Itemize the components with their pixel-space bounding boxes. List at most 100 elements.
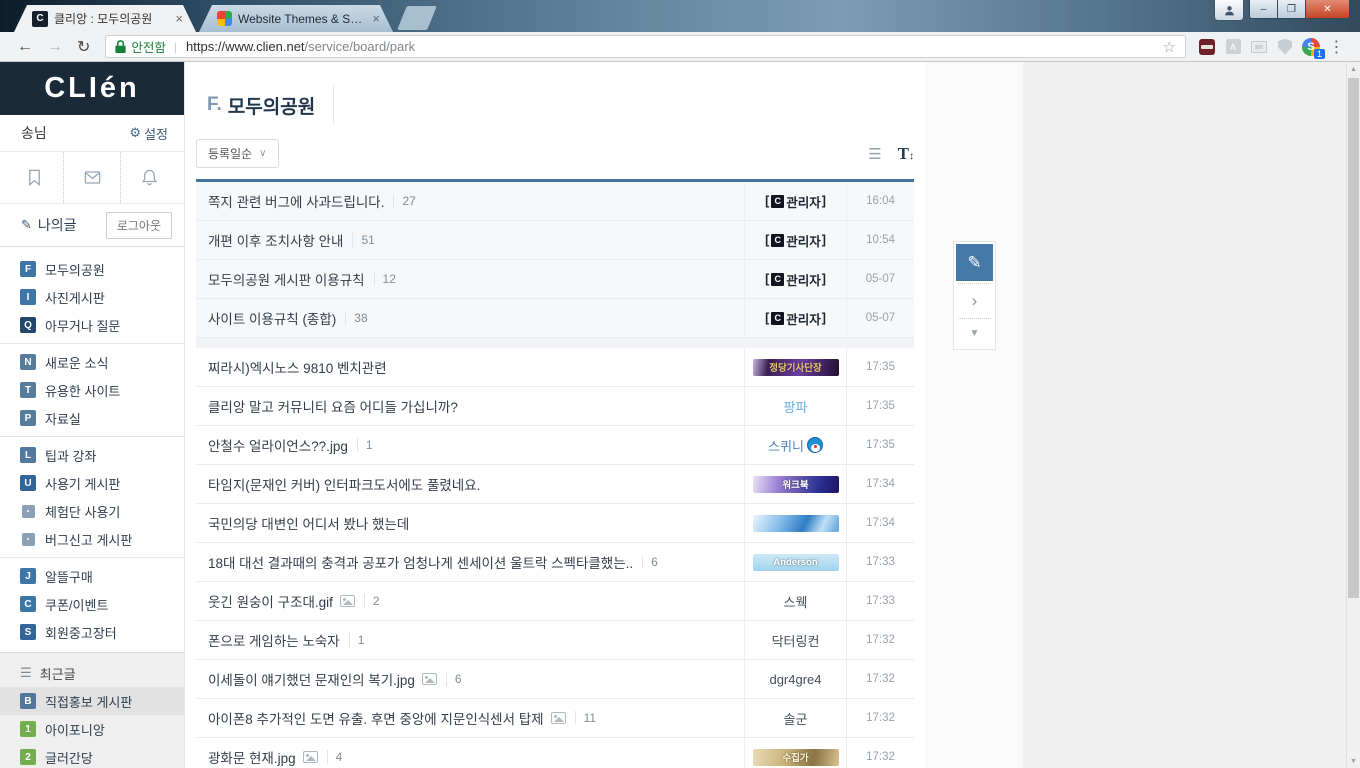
recent-board-item[interactable]: B 직접홍보 게시판 xyxy=(0,687,184,715)
text-size-control[interactable]: T↕ xyxy=(898,144,914,164)
post-title-link[interactable]: 사이트 이용규칙 (종합) xyxy=(208,308,336,328)
bookmark-star-icon[interactable]: ☆ xyxy=(1163,38,1176,56)
author-name[interactable]: 팡파 xyxy=(784,397,808,416)
reload-icon[interactable]: ↻ xyxy=(70,37,97,57)
author-name[interactable]: 스퀴니 xyxy=(768,436,804,455)
recent-header[interactable]: ☰ 최근글 xyxy=(0,659,184,687)
tab-close-icon[interactable]: × xyxy=(172,11,186,26)
recent-board-item[interactable]: 1 아이포니앙 xyxy=(0,715,184,743)
author-name[interactable]: 스웩 xyxy=(784,592,808,611)
tab-close-icon[interactable]: × xyxy=(369,11,383,26)
messages-shortcut[interactable] xyxy=(63,152,122,203)
forward-icon[interactable]: → xyxy=(40,38,70,56)
post-author-cell[interactable]: [ C 관리자 ] xyxy=(744,260,846,298)
post-author-cell[interactable]: 스퀴니 xyxy=(744,426,846,464)
sidebar-board-item[interactable]: C 쿠폰/이벤트 xyxy=(0,590,184,618)
post-author-cell[interactable]: [ C 관리자 ] xyxy=(744,299,846,337)
notifications-shortcut[interactable] xyxy=(121,152,178,203)
post-author-cell[interactable]: 수집가 xyxy=(744,738,846,768)
pdf-extension-icon[interactable]: A xyxy=(1220,39,1246,54)
author-name[interactable]: dgr4gre4 xyxy=(769,672,821,687)
close-button[interactable]: ✕ xyxy=(1306,0,1350,19)
post-author-cell[interactable]: 팡파 xyxy=(744,387,846,425)
sidebar-board-item[interactable]: · 체험단 사용기 xyxy=(0,497,184,525)
author-nickname-image[interactable]: 수집가 xyxy=(753,749,839,766)
shield-extension-icon[interactable] xyxy=(1272,39,1298,55)
chrome-menu-icon[interactable]: ⋮ xyxy=(1324,37,1350,57)
post-author-cell[interactable]: Anderson xyxy=(744,543,846,581)
tab-website-themes[interactable]: Website Themes & Skin × xyxy=(199,5,393,32)
post-author-cell[interactable]: [ C 관리자 ] xyxy=(744,182,846,220)
post-title-link[interactable]: 폰으로 게임하는 노숙자 xyxy=(208,630,340,650)
sidebar-board-item[interactable]: Q 아무거나 질문 xyxy=(0,311,184,339)
sidebar-board-item[interactable]: J 알뜰구매 xyxy=(0,562,184,590)
sidebar-board-item[interactable]: N 새로운 소식 xyxy=(0,348,184,376)
sidebar-board-item[interactable]: · 버그신고 게시판 xyxy=(0,525,184,553)
clien-logo[interactable]: CLIén xyxy=(0,62,184,115)
scrollbar-thumb[interactable] xyxy=(1348,78,1359,598)
post-author-cell[interactable]: dgr4gre4 xyxy=(744,660,846,698)
post-title-link[interactable]: 개편 이후 조치사항 안내 xyxy=(208,230,343,250)
sort-dropdown[interactable]: 등록일순 ∨ xyxy=(196,139,279,168)
post-title-link[interactable]: 18대 대선 결과때의 충격과 공포가 엄청나게 센세이션 울트락 스펙타클했는… xyxy=(208,552,633,572)
post-author-cell[interactable]: 워크북 xyxy=(744,465,846,503)
scroll-up-icon[interactable]: ▲ xyxy=(1347,62,1360,76)
address-bar[interactable]: 안전함 | https://www.clien.net /service/boa… xyxy=(105,35,1186,58)
post-author-cell[interactable]: 솔군 xyxy=(744,699,846,737)
post-author-cell[interactable]: 닥터링컨 xyxy=(744,621,846,659)
page-scrollbar[interactable]: ▲ ▼ xyxy=(1346,62,1360,768)
post-title-link[interactable]: 클리앙 말고 커뮤니티 요즘 어디들 가십니까? xyxy=(208,396,458,416)
expand-chevron-icon[interactable]: › xyxy=(954,284,995,318)
adblock-extension-icon[interactable] xyxy=(1194,39,1220,55)
sidebar-board-item[interactable]: P 자료실 xyxy=(0,404,184,432)
sidebar-board-item[interactable]: L 팁과 강좌 xyxy=(0,441,184,469)
sidebar-board-item[interactable]: F 모두의공원 xyxy=(0,255,184,283)
list-view-icon[interactable]: ☰ xyxy=(868,145,881,163)
post-title-link[interactable]: 쪽지 관련 버그에 사과드립니다. xyxy=(208,191,384,211)
board-menu: F 모두의공원 I 사진게시판 Q 아무거나 질문 xyxy=(0,247,184,646)
minimize-button[interactable]: – xyxy=(1249,0,1278,19)
board-badge: L xyxy=(20,447,36,463)
post-author-cell[interactable] xyxy=(744,504,846,542)
post-title-link[interactable]: 모두의공원 게시판 이용규칙 xyxy=(208,269,365,289)
new-tab-button[interactable] xyxy=(397,6,437,30)
post-title-link[interactable]: 타임지(문재인 커버) 인터파크도서에도 풀렸네요. xyxy=(208,474,480,494)
post-author-cell[interactable]: [ C 관리자 ] xyxy=(744,221,846,259)
maximize-button[interactable]: ❐ xyxy=(1278,0,1306,19)
logout-button[interactable]: 로그아웃 xyxy=(106,212,172,239)
sidebar-board-item[interactable]: I 사진게시판 xyxy=(0,283,184,311)
tab-clien[interactable]: C 클리앙 : 모두의공원 × xyxy=(14,5,196,32)
post-title-link[interactable]: 안철수 얼라이언스??.jpg xyxy=(208,435,348,455)
post-author-cell[interactable]: 정당기사단장 xyxy=(744,348,846,386)
settings-link[interactable]: ⚙ 설정 xyxy=(129,124,168,143)
clien-admin-icon: C xyxy=(771,312,784,325)
card-extension-icon[interactable] xyxy=(1246,41,1272,53)
author-name[interactable]: 솔군 xyxy=(784,709,808,728)
author-name[interactable]: 닥터링컨 xyxy=(772,631,820,650)
post-title-link[interactable]: 광화문 현재.jpg xyxy=(208,747,296,767)
author-nickname-image[interactable]: 워크북 xyxy=(753,476,839,493)
sidebar-board-item[interactable]: S 회원중고장터 xyxy=(0,618,184,646)
recent-board-item[interactable]: 2 글러간당 xyxy=(0,743,184,768)
s-extension-icon[interactable]: S 1 xyxy=(1298,38,1324,56)
author-nickname-image[interactable] xyxy=(753,515,839,532)
back-icon[interactable]: ← xyxy=(10,38,40,56)
author-nickname-image[interactable]: Anderson xyxy=(753,554,839,571)
bookmark-shortcut[interactable] xyxy=(6,152,63,203)
sidebar-board-item[interactable]: U 사용기 게시판 xyxy=(0,469,184,497)
write-post-button[interactable]: ✎ xyxy=(956,244,993,281)
author-nickname-image[interactable]: 정당기사단장 xyxy=(753,359,839,376)
post-title-link[interactable]: 아이폰8 추가적인 도면 유출. 후면 중앙에 지문인식센서 탑제 xyxy=(208,708,544,728)
collapse-triangle-icon[interactable]: ▼ xyxy=(954,319,995,349)
sidebar-board-item[interactable]: T 유용한 사이트 xyxy=(0,376,184,404)
my-posts-link[interactable]: ✎ 나의글 xyxy=(21,215,77,235)
profile-button[interactable] xyxy=(1214,0,1244,21)
post-time: 16:04 xyxy=(846,182,914,220)
post-title-link[interactable]: 이세돌이 얘기했던 문재인의 복기.jpg xyxy=(208,669,415,689)
scroll-down-icon[interactable]: ▼ xyxy=(1347,754,1360,768)
post-title-link[interactable]: 국민의당 대변인 어디서 봤나 했는데 xyxy=(208,513,409,533)
post-author-cell[interactable]: 스웩 xyxy=(744,582,846,620)
post-title-link[interactable]: 웃긴 원숭이 구조대.gif xyxy=(208,591,333,611)
post-time: 17:34 xyxy=(846,504,914,542)
post-title-link[interactable]: 찌라시)엑시노스 9810 벤치관련 xyxy=(208,357,387,377)
